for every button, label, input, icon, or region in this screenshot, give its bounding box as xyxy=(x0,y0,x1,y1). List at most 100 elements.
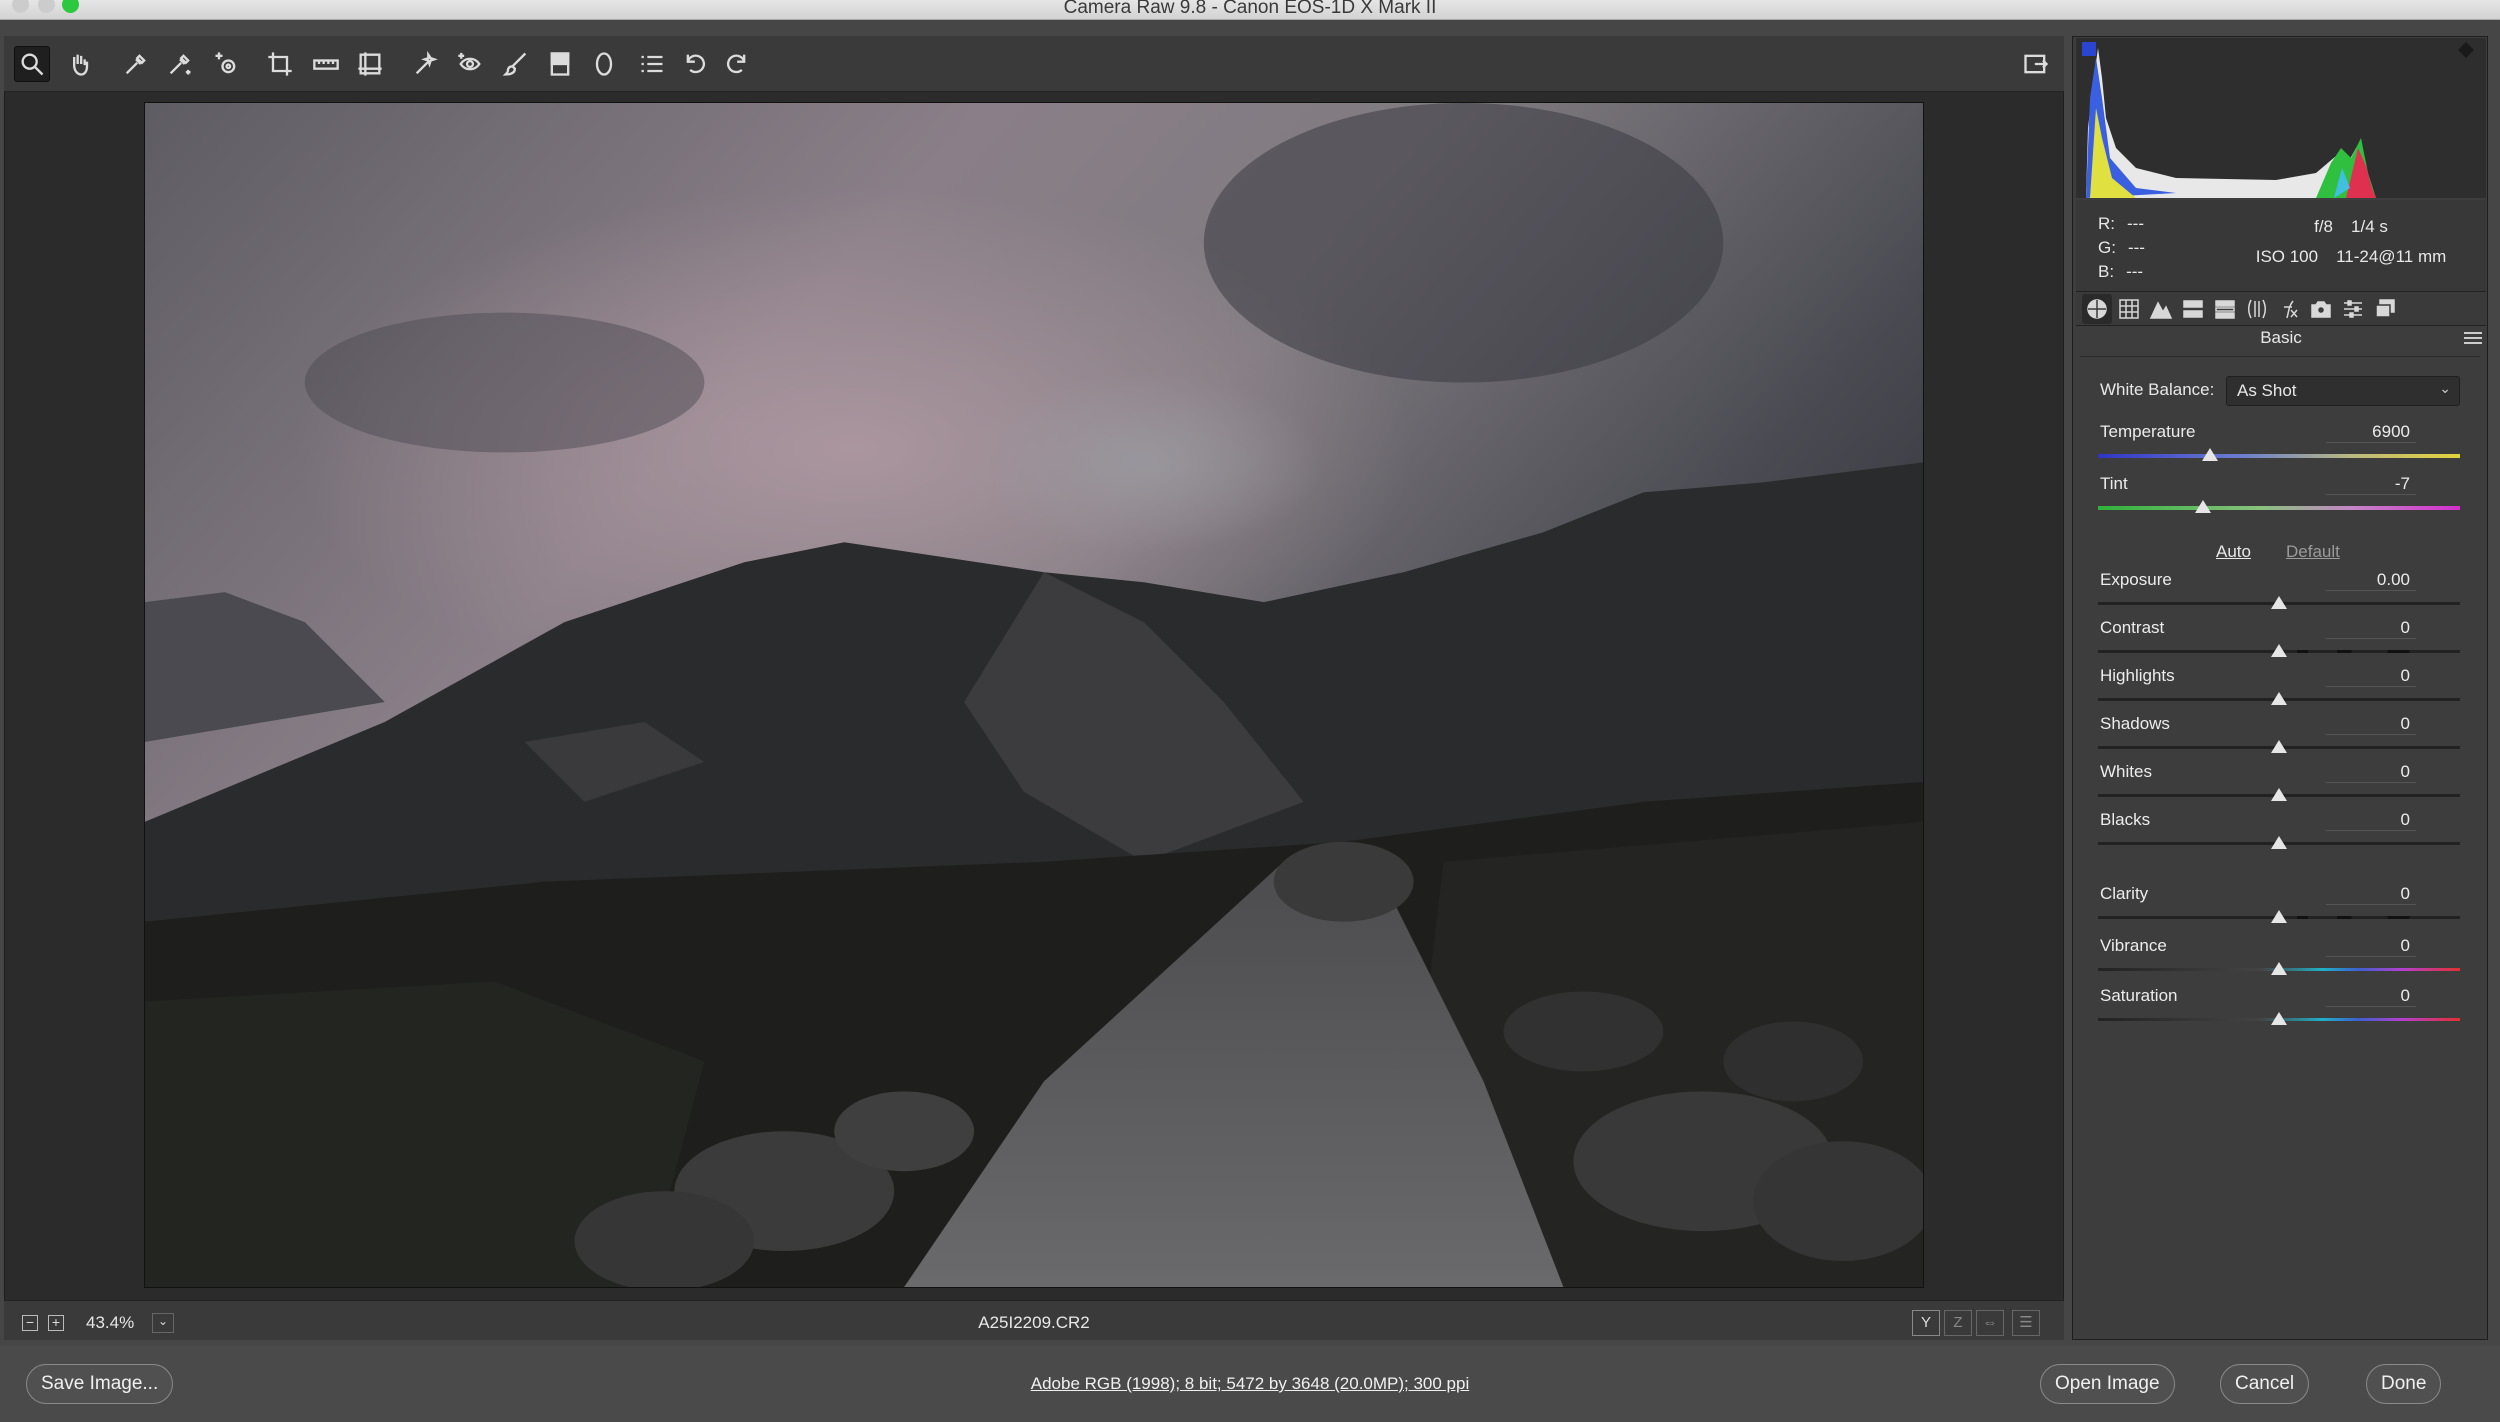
blacks-value-field[interactable]: 0 xyxy=(2326,810,2416,831)
view-settings-button[interactable]: ☰ xyxy=(2012,1310,2040,1336)
window-title: Camera Raw 9.8 - Canon EOS-1D X Mark II xyxy=(1063,0,1437,18)
cancel-button[interactable]: Cancel xyxy=(2220,1364,2310,1404)
exif-info: f/8 1/4 s ISO 100 11-24@11 mm xyxy=(2216,212,2486,272)
blacks-label: Blacks xyxy=(2100,810,2151,829)
panel-title: Basic xyxy=(2260,328,2302,347)
spot-removal-tool-icon[interactable] xyxy=(408,46,444,82)
clarity-value-field[interactable]: 0 xyxy=(2326,884,2416,905)
saturation-label: Saturation xyxy=(2100,986,2178,1005)
tint-label: Tint xyxy=(2100,474,2128,493)
preview-status-bar: − + 43.4% ⌄ A25I2209.CR2 Y Z ⇔ ☰ xyxy=(4,1300,2064,1340)
iso-value: ISO 100 xyxy=(2255,247,2319,266)
lens-corrections-tab-icon[interactable] xyxy=(2242,294,2272,324)
temperature-slider-thumb[interactable] xyxy=(2202,448,2219,461)
saturation-value-field[interactable]: 0 xyxy=(2326,986,2416,1007)
camera-calibration-tab-icon[interactable] xyxy=(2306,294,2336,324)
shadows-label: Shadows xyxy=(2100,714,2170,733)
b-label: B: xyxy=(2098,262,2115,281)
exposure-slider-thumb[interactable] xyxy=(2271,596,2287,609)
highlights-value-field[interactable]: 0 xyxy=(2326,666,2416,687)
info-readouts: R: --- G: --- B: --- f/8 1/4 s ISO 100 11-24@… xyxy=(2076,200,2486,292)
adjustment-brush-tool-icon[interactable] xyxy=(498,46,534,82)
lens-value: 11-24@11 mm xyxy=(2336,247,2447,266)
open-image-button[interactable]: Open Image xyxy=(2040,1364,2175,1404)
presets-tab-icon[interactable] xyxy=(2338,294,2368,324)
vibrance-value-field[interactable]: 0 xyxy=(2326,936,2416,957)
panel-menu-icon[interactable] xyxy=(2464,332,2482,350)
g-value: --- xyxy=(2127,238,2145,257)
hsl-tab-icon[interactable] xyxy=(2178,294,2208,324)
exposure-label: Exposure xyxy=(2100,570,2172,589)
contrast-slider-thumb[interactable] xyxy=(2271,644,2287,657)
rgb-readout: R: --- G: --- B: --- xyxy=(2098,212,2145,284)
default-link[interactable]: Default xyxy=(2286,542,2340,562)
aperture-value: f/8 xyxy=(2314,217,2334,236)
histogram xyxy=(2076,38,2486,198)
color-sampler-tool-icon[interactable] xyxy=(162,46,198,82)
graduated-filter-tool-icon[interactable] xyxy=(542,46,578,82)
transform-tool-icon[interactable] xyxy=(352,46,388,82)
b-value: --- xyxy=(2126,262,2144,281)
crop-tool-icon[interactable] xyxy=(262,46,298,82)
shutter-value: 1/4 s xyxy=(2351,217,2388,236)
shadow-clipping-warning-icon xyxy=(2082,42,2096,56)
highlights-slider-thumb[interactable] xyxy=(2271,692,2287,705)
hand-tool-icon[interactable] xyxy=(62,46,98,82)
radial-filter-tool-icon[interactable] xyxy=(586,46,622,82)
highlights-label: Highlights xyxy=(2100,666,2175,685)
temperature-value-field[interactable]: 6900 xyxy=(2326,422,2416,443)
clarity-slider-thumb[interactable] xyxy=(2271,910,2287,923)
rotate-ccw-icon[interactable] xyxy=(678,46,714,82)
tint-value-field[interactable]: -7 xyxy=(2326,474,2416,495)
panel-tabs xyxy=(2076,292,2486,326)
blacks-slider-thumb[interactable] xyxy=(2271,836,2287,849)
vibrance-slider-thumb[interactable] xyxy=(2271,962,2287,975)
shadows-value-field[interactable]: 0 xyxy=(2326,714,2416,735)
white-balance-select[interactable]: As Shot ⌄ xyxy=(2226,376,2460,406)
auto-link[interactable]: Auto xyxy=(2216,542,2251,562)
photo-preview[interactable] xyxy=(144,102,1924,1288)
tools-toolbar xyxy=(4,36,2064,92)
panel-divider xyxy=(2080,356,2480,357)
snapshots-tab-icon[interactable] xyxy=(2370,294,2400,324)
temperature-slider-track[interactable] xyxy=(2098,454,2460,458)
file-name: A25I2209.CR2 xyxy=(978,1313,1090,1332)
view-before-after-y-button[interactable]: Y xyxy=(1912,1310,1940,1336)
g-label: G: xyxy=(2098,238,2116,257)
rotate-cw-icon[interactable] xyxy=(718,46,754,82)
white-balance-label: White Balance: xyxy=(2100,380,2215,399)
done-button[interactable]: Done xyxy=(2366,1364,2442,1404)
temperature-label: Temperature xyxy=(2100,422,2196,441)
zoom-tool-icon[interactable] xyxy=(14,46,50,82)
straighten-tool-icon[interactable] xyxy=(308,46,344,82)
r-label: R: xyxy=(2098,214,2115,233)
red-eye-removal-tool-icon[interactable] xyxy=(452,46,488,82)
tint-slider-track[interactable] xyxy=(2098,506,2460,510)
targeted-adjustment-tool-icon[interactable] xyxy=(208,46,244,82)
saturation-slider-thumb[interactable] xyxy=(2271,1012,2287,1025)
tint-slider-thumb[interactable] xyxy=(2194,500,2211,513)
white-balance-tool-icon[interactable] xyxy=(118,46,154,82)
preferences-list-icon[interactable] xyxy=(634,46,670,82)
r-value: --- xyxy=(2127,214,2144,233)
swap-before-after-button[interactable]: ⇔ xyxy=(1976,1310,2004,1336)
contrast-label: Contrast xyxy=(2100,618,2165,637)
exposure-value-field[interactable]: 0.00 xyxy=(2326,570,2416,591)
highlight-clipping-warning-icon xyxy=(2458,42,2474,58)
basic-tab-icon[interactable] xyxy=(2082,294,2112,324)
effects-tab-icon[interactable] xyxy=(2274,294,2304,324)
tone-curve-tab-icon[interactable] xyxy=(2114,294,2144,324)
whites-value-field[interactable]: 0 xyxy=(2326,762,2416,783)
split-toning-tab-icon[interactable] xyxy=(2210,294,2240,324)
view-before-after-z-button[interactable]: Z xyxy=(1944,1310,1972,1336)
vibrance-label: Vibrance xyxy=(2100,936,2167,955)
shadows-slider-thumb[interactable] xyxy=(2271,740,2287,753)
whites-label: Whites xyxy=(2100,762,2152,781)
white-balance-value: As Shot xyxy=(2237,381,2297,400)
detail-tab-icon[interactable] xyxy=(2146,294,2176,324)
clarity-label: Clarity xyxy=(2100,884,2149,903)
chevron-down-icon: ⌄ xyxy=(2439,380,2451,396)
fullscreen-toggle-icon[interactable] xyxy=(2018,46,2054,82)
contrast-value-field[interactable]: 0 xyxy=(2326,618,2416,639)
whites-slider-thumb[interactable] xyxy=(2271,788,2287,801)
